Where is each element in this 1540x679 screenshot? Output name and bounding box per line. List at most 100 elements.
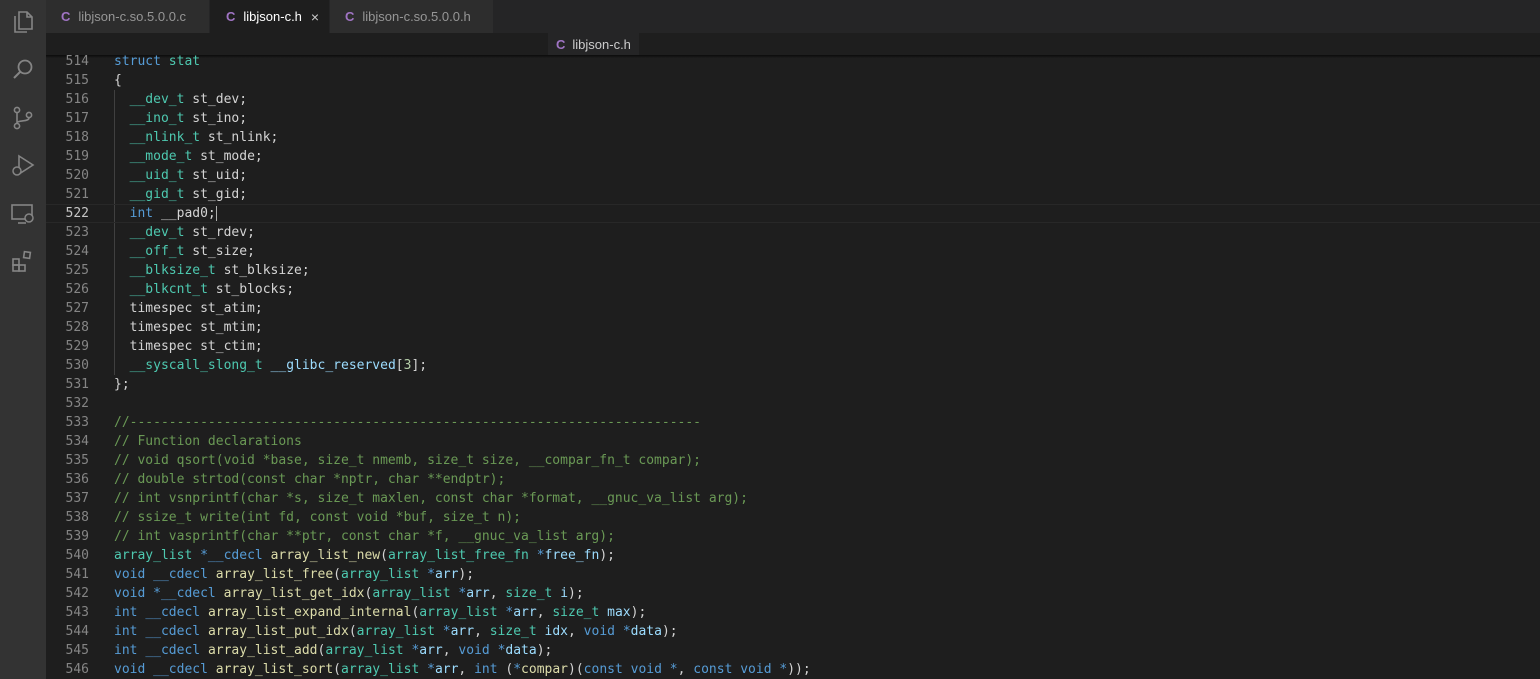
line-number: 546 bbox=[65, 662, 89, 677]
close-icon[interactable]: × bbox=[311, 9, 319, 25]
line-number: 516 bbox=[65, 92, 89, 107]
line-code: void __cdecl array_list_free(array_list … bbox=[114, 567, 475, 582]
line-number: 519 bbox=[65, 149, 89, 164]
extensions-icon[interactable] bbox=[9, 248, 37, 276]
line-number: 536 bbox=[65, 472, 89, 487]
line-number: 541 bbox=[65, 567, 89, 582]
line-number: 521 bbox=[65, 187, 89, 202]
code-line: 533 //-----------------------------------… bbox=[46, 413, 1540, 432]
code-line: 518 __nlink_t st_nlink; bbox=[46, 128, 1540, 147]
line-code: __blkcnt_t st_blocks; bbox=[129, 282, 295, 297]
c-file-icon: C bbox=[556, 36, 566, 52]
tab-libjson-c-so-c[interactable]: C libjson-c.so.5.0.0.c bbox=[46, 0, 210, 33]
line-number: 522 bbox=[65, 206, 89, 221]
c-file-icon: C bbox=[345, 9, 355, 24]
code-line: 544 int __cdecl array_list_put_idx(array_… bbox=[46, 622, 1540, 641]
line-code: // ssize_t write(int fd, const void *buf… bbox=[114, 510, 521, 525]
code-line: 537 // int vsnprintf(char *s, size_t maxl… bbox=[46, 489, 1540, 508]
tab-libjson-c-h[interactable]: C libjson-c.h × bbox=[210, 0, 330, 33]
code-line: 515 { bbox=[46, 71, 1540, 90]
code-line: 531}; bbox=[46, 375, 1540, 394]
code-line: 526 __blkcnt_t st_blocks; bbox=[46, 280, 1540, 299]
line-code: // Function declarations bbox=[114, 434, 302, 449]
line-code: void *__cdecl array_list_get_idx(array_l… bbox=[114, 586, 584, 601]
line-number: 538 bbox=[65, 510, 89, 525]
remote-explorer-icon[interactable] bbox=[9, 200, 37, 228]
line-code: //--------------------------------------… bbox=[114, 415, 701, 430]
code-line: 520 __uid_t st_uid; bbox=[46, 166, 1540, 185]
line-number: 530 bbox=[65, 358, 89, 373]
code-line: 517 __ino_t st_ino; bbox=[46, 109, 1540, 128]
tab-bar: C libjson-c.so.5.0.0.c C libjson-c.h × C… bbox=[46, 0, 1540, 33]
code-line: 536 // double strtod(const char *nptr, ch… bbox=[46, 470, 1540, 489]
line-number: 524 bbox=[65, 244, 89, 259]
line-code: __ino_t st_ino; bbox=[129, 111, 248, 126]
code-line: 519 __mode_t st_mode; bbox=[46, 147, 1540, 166]
line-code: int __pad0; bbox=[129, 206, 217, 221]
code-line: 514 struct stat bbox=[46, 55, 1540, 71]
source-control-icon[interactable] bbox=[9, 104, 37, 132]
line-number: 515 bbox=[65, 73, 89, 88]
tab-label: libjson-c.so.5.0.0.c bbox=[78, 9, 187, 24]
tab-libjson-c-so-h[interactable]: C libjson-c.so.5.0.0.h bbox=[330, 0, 494, 33]
line-code: __off_t st_size; bbox=[129, 244, 255, 259]
text-cursor bbox=[215, 206, 217, 221]
code-editor[interactable]: 514 struct stat 515{516 __dev_t st_dev; 517… bbox=[46, 55, 1540, 679]
line-code: int __cdecl array_list_add(array_list *a… bbox=[114, 643, 553, 658]
code-line: 529 timespec st_ctim; bbox=[46, 337, 1540, 356]
line-code: }; bbox=[114, 377, 130, 392]
tab-label: libjson-c.so.5.0.0.h bbox=[362, 9, 471, 24]
line-number: 542 bbox=[65, 586, 89, 601]
line-number: 534 bbox=[65, 434, 89, 449]
line-code: array_list *__cdecl array_list_new(array… bbox=[114, 548, 615, 563]
line-code: __dev_t st_dev; bbox=[129, 92, 248, 107]
run-debug-icon[interactable] bbox=[9, 152, 37, 180]
code-line: 532 bbox=[46, 394, 1540, 413]
line-number: 544 bbox=[65, 624, 89, 639]
line-number: 529 bbox=[65, 339, 89, 354]
line-code: __gid_t st_gid; bbox=[129, 187, 248, 202]
code-line: 525 __blksize_t st_blksize; bbox=[46, 261, 1540, 280]
code-line: 528 timespec st_mtim; bbox=[46, 318, 1540, 337]
code-line: 545 int __cdecl array_list_add(array_list… bbox=[46, 641, 1540, 660]
code-line: 542 void *__cdecl array_list_get_idx(arra… bbox=[46, 584, 1540, 603]
code-line: 539 // int vasprintf(char **ptr, const ch… bbox=[46, 527, 1540, 546]
line-code: timespec st_atim; bbox=[114, 301, 263, 316]
code-line: 546 void __cdecl array_list_sort(array_li… bbox=[46, 660, 1540, 679]
line-number: 533 bbox=[65, 415, 89, 430]
tab-label: libjson-c.h bbox=[243, 9, 302, 24]
line-code: __uid_t st_uid; bbox=[129, 168, 248, 183]
code-line: 540 array_list *__cdecl array_list_new(ar… bbox=[46, 546, 1540, 565]
line-code: int __cdecl array_list_expand_internal(a… bbox=[114, 605, 647, 620]
line-number: 523 bbox=[65, 225, 89, 240]
code-line: 527 timespec st_atim; bbox=[46, 299, 1540, 318]
line-code: timespec st_ctim; bbox=[114, 339, 263, 354]
c-file-icon: C bbox=[61, 9, 71, 24]
line-number: 526 bbox=[65, 282, 89, 297]
c-file-icon: C bbox=[226, 9, 236, 24]
line-number: 535 bbox=[65, 453, 89, 468]
code-line: 538 // ssize_t write(int fd, const void *… bbox=[46, 508, 1540, 527]
line-number: 545 bbox=[65, 643, 89, 658]
code-line: 522 int __pad0; bbox=[46, 204, 1540, 223]
code-line: 521 __gid_t st_gid; bbox=[46, 185, 1540, 204]
line-number: 532 bbox=[65, 396, 89, 411]
code-line: 516 __dev_t st_dev; bbox=[46, 90, 1540, 109]
line-code: // int vsnprintf(char *s, size_t maxlen,… bbox=[114, 491, 748, 506]
search-icon[interactable] bbox=[9, 56, 37, 84]
line-code: int __cdecl array_list_put_idx(array_lis… bbox=[114, 624, 678, 639]
line-code: __syscall_slong_t __glibc_reserved[3]; bbox=[129, 358, 428, 373]
breadcrumb: C libjson-c.h bbox=[46, 33, 1540, 58]
explorer-icon[interactable] bbox=[9, 8, 37, 36]
line-code: __nlink_t st_nlink; bbox=[129, 130, 279, 145]
code-line: 535 // void qsort(void *base, size_t nmem… bbox=[46, 451, 1540, 470]
line-code: // void qsort(void *base, size_t nmemb, … bbox=[114, 453, 701, 468]
breadcrumb-item[interactable]: C libjson-c.h bbox=[548, 33, 639, 55]
line-code: __blksize_t st_blksize; bbox=[129, 263, 310, 278]
line-code: __dev_t st_rdev; bbox=[129, 225, 255, 240]
line-number: 537 bbox=[65, 491, 89, 506]
line-number: 543 bbox=[65, 605, 89, 620]
line-number: 528 bbox=[65, 320, 89, 335]
line-number: 525 bbox=[65, 263, 89, 278]
code-line: 541 void __cdecl array_list_free(array_li… bbox=[46, 565, 1540, 584]
